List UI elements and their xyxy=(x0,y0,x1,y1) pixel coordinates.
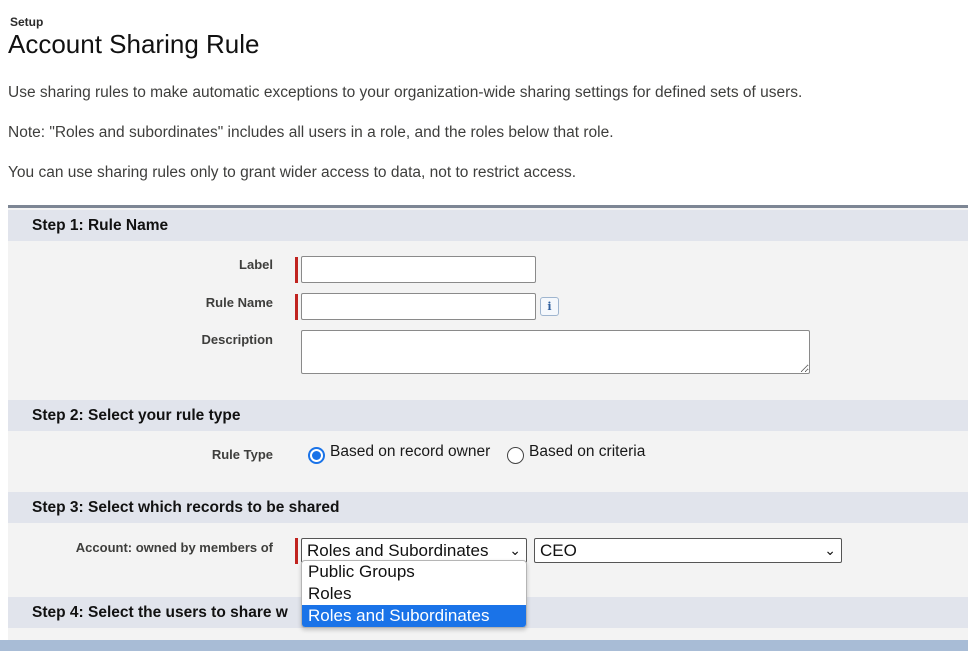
step2-header: Step 2: Select your rule type xyxy=(8,400,968,431)
radio-label-owner: Based on record owner xyxy=(330,443,491,460)
label-input[interactable] xyxy=(301,256,536,283)
rule-name-field-label: Rule Name xyxy=(205,295,273,310)
dropdown-option-public-groups[interactable]: Public Groups xyxy=(302,561,526,583)
page-title: Account Sharing Rule xyxy=(8,29,260,59)
chevron-down-icon: ⌄ xyxy=(509,542,521,558)
radio-based-on-criteria[interactable]: Based on criteria xyxy=(507,443,646,464)
rule-type-field-label: Rule Type xyxy=(211,447,273,462)
owned-by-field-label: Account: owned by members of xyxy=(75,540,273,555)
radio-based-on-owner[interactable]: Based on record owner xyxy=(308,443,491,464)
required-indicator xyxy=(295,294,298,320)
owner-type-selected-value: Roles and Subordinates xyxy=(307,541,489,560)
description-field-label: Description xyxy=(201,332,273,347)
bottom-bar xyxy=(0,640,968,651)
chevron-down-icon: ⌄ xyxy=(824,542,836,558)
intro-text-3: You can use sharing rules only to grant … xyxy=(8,164,577,181)
breadcrumb: Setup xyxy=(10,15,44,29)
owner-type-dropdown-list: Public Groups Roles Roles and Subordinat… xyxy=(301,560,527,628)
required-indicator xyxy=(295,538,298,564)
description-textarea[interactable] xyxy=(301,330,810,374)
intro-text-2: Note: "Roles and subordinates" includes … xyxy=(8,124,614,141)
dropdown-option-roles[interactable]: Roles xyxy=(302,583,526,605)
rule-name-input[interactable] xyxy=(301,293,536,320)
radio-button-checked[interactable] xyxy=(308,446,325,464)
radio-label-criteria: Based on criteria xyxy=(529,443,646,460)
step3-header: Step 3: Select which records to be share… xyxy=(8,492,968,523)
required-indicator xyxy=(295,257,298,283)
dropdown-option-roles-and-subordinates[interactable]: Roles and Subordinates xyxy=(302,605,526,627)
owner-select[interactable]: CEO ⌄ xyxy=(534,538,842,563)
step1-header: Step 1: Rule Name xyxy=(8,210,968,241)
label-field-label: Label xyxy=(239,257,273,272)
radio-button[interactable] xyxy=(507,446,524,464)
intro-text-1: Use sharing rules to make automatic exce… xyxy=(8,84,803,101)
info-icon[interactable]: i xyxy=(540,297,559,316)
owner-selected-value: CEO xyxy=(540,541,577,560)
